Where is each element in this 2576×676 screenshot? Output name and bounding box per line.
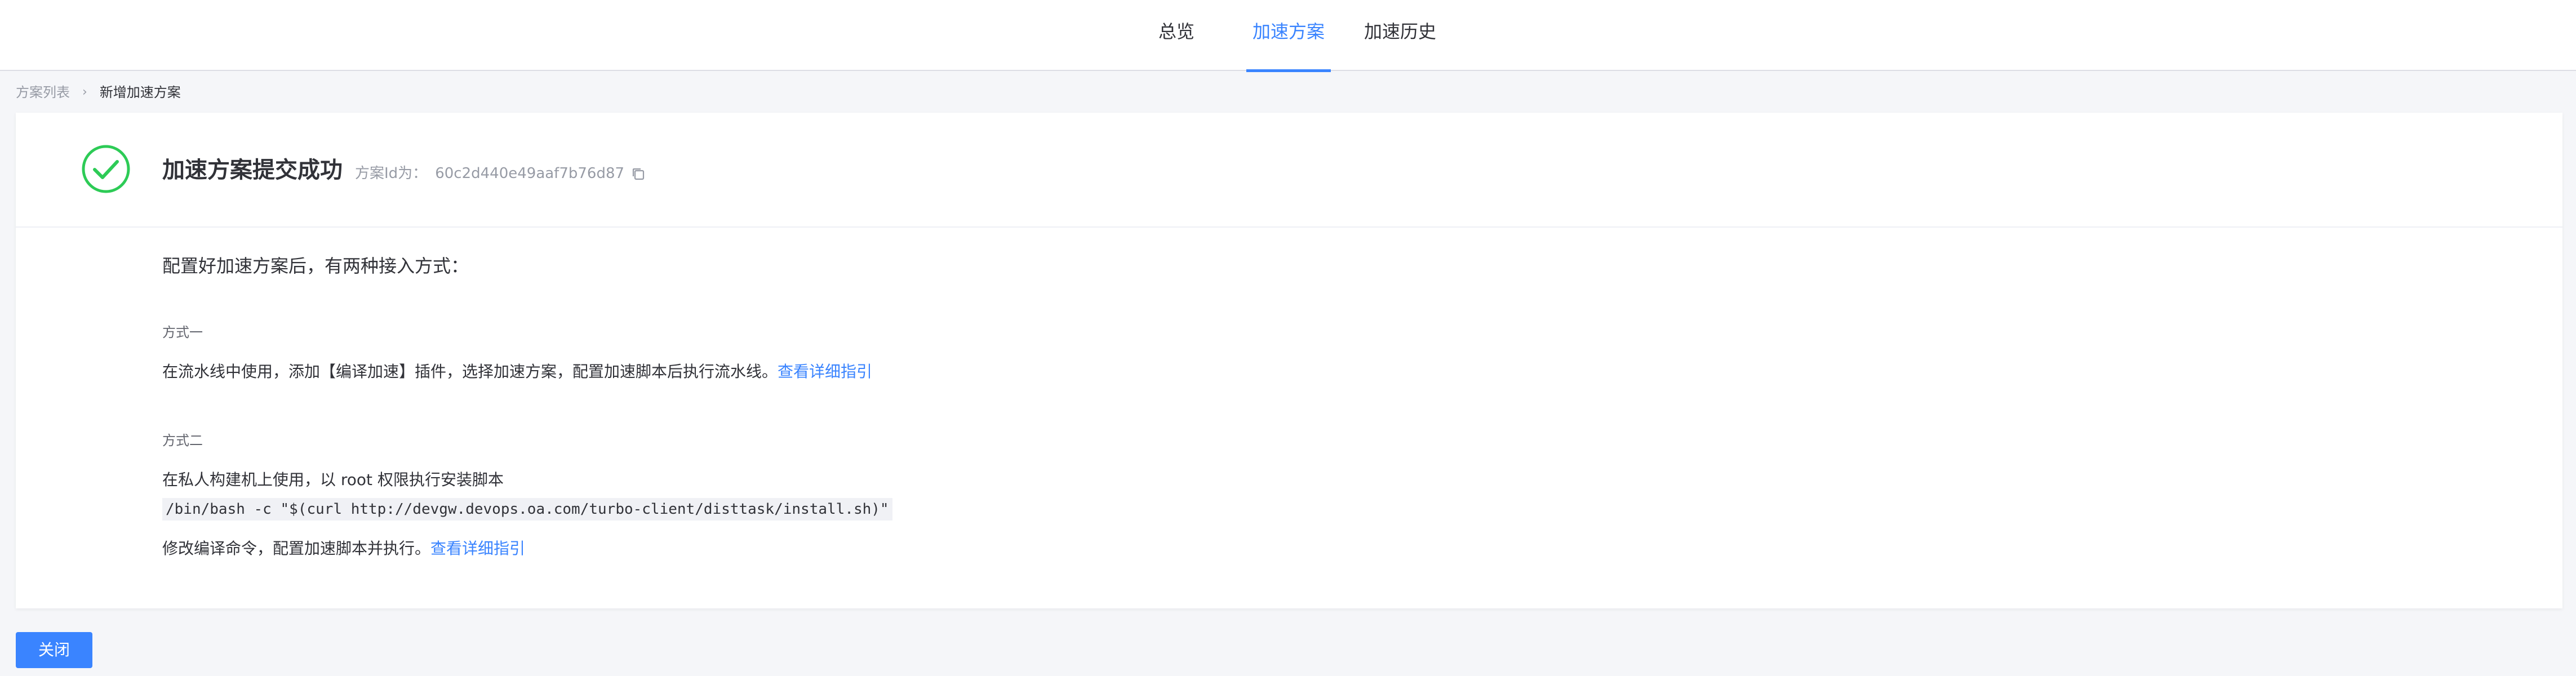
plan-id-label: 方案Id为： — [355, 165, 428, 182]
method-two-label: 方式二 — [162, 433, 203, 448]
method-two-text: 在私人构建机上使用，以 root 权限执行安装脚本 — [162, 470, 504, 489]
plan-id: 方案Id为： 60c2d440e49aaf7b76d87 — [355, 162, 646, 185]
method-two-guide-link[interactable]: 查看详细指引 — [430, 539, 525, 558]
copy-icon[interactable] — [631, 167, 646, 181]
plan-id-value: 60c2d440e49aaf7b76d87 — [435, 165, 625, 182]
guide-title: 配置好加速方案后，有两种接入方式： — [162, 255, 469, 277]
breadcrumb-current: 新增加速方案 — [99, 84, 181, 100]
method-one-text: 在流水线中使用，添加【编译加速】插件，选择加速方案，配置加速脚本后执行流水线。查… — [162, 361, 872, 383]
method-two-step-two: 修改编译命令，配置加速脚本并执行。查看详细指引 — [162, 537, 525, 560]
check-circle-icon — [82, 145, 130, 193]
success-title: 加速方案提交成功 — [162, 157, 343, 183]
close-button[interactable]: 关闭 — [16, 632, 92, 668]
breadcrumb-plan-list[interactable]: 方案列表 — [16, 82, 70, 103]
result-card: 加速方案提交成功 方案Id为： 60c2d440e49aaf7b76d87 配置好… — [16, 113, 2562, 608]
chevron-right-icon: › — [82, 85, 87, 99]
main-nav: 总览 加速方案 加速历史 — [0, 0, 2576, 72]
method-one-guide-link[interactable]: 查看详细指引 — [778, 362, 872, 381]
tab-acceleration-history[interactable]: 加速历史 — [1358, 0, 1442, 71]
result-header: 加速方案提交成功 方案Id为： 60c2d440e49aaf7b76d87 — [16, 113, 2562, 228]
breadcrumb: 方案列表 › 新增加速方案 — [16, 82, 181, 103]
top-navbar: 总览 加速方案 加速历史 — [0, 0, 2576, 72]
method-one-label: 方式一 — [162, 324, 203, 340]
method-one-description: 在流水线中使用，添加【编译加速】插件，选择加速方案，配置加速脚本后执行流水线。 — [162, 362, 778, 381]
tab-overview[interactable]: 总览 — [1147, 0, 1206, 71]
install-command[interactable]: /bin/bash -c "$(curl http://devgw.devops… — [162, 498, 892, 521]
method-two-description: 修改编译命令，配置加速脚本并执行。 — [162, 539, 431, 558]
tab-acceleration-plans[interactable]: 加速方案 — [1246, 0, 1331, 72]
